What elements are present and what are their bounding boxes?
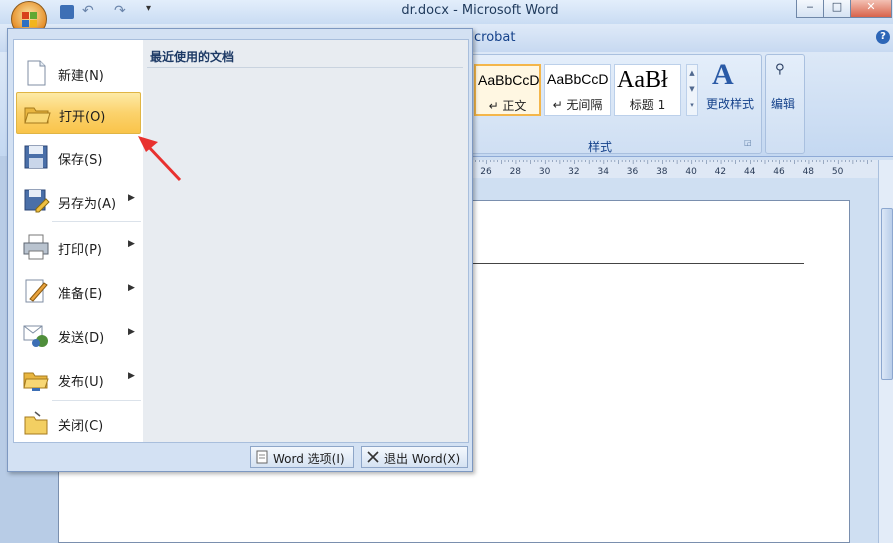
ruler-tick-label: 48 — [803, 167, 815, 177]
prepare-icon — [25, 279, 48, 303]
change-styles-icon[interactable]: A — [712, 58, 746, 92]
menu-item-open[interactable]: 打开(O) — [16, 92, 141, 134]
menu-item-label: 保存(S) — [58, 153, 103, 168]
quick-save-icon[interactable] — [60, 5, 74, 19]
style-sample: AaBł — [617, 67, 668, 93]
style-heading-1[interactable]: AaBł 标题 1 — [614, 64, 681, 116]
menu-item-new[interactable]: 新建(N) — [16, 52, 141, 94]
edit-button[interactable]: 编辑 — [771, 95, 795, 112]
save-as-icon — [24, 189, 50, 213]
minimize-button[interactable]: ‒ — [796, 0, 824, 18]
style-name: ↵ 正文 — [488, 99, 527, 113]
ruler-tick-label: 42 — [715, 167, 726, 177]
publish-icon — [23, 372, 49, 391]
change-styles-button[interactable]: 更改样式 — [706, 95, 754, 112]
recent-header-divider — [147, 67, 463, 68]
ruler-tick-label: 40 — [685, 167, 697, 177]
send-icon — [23, 325, 48, 347]
word-options-button[interactable]: Word 选项(I) — [250, 446, 354, 468]
window-title: dr.docx - Microsoft Word — [401, 3, 559, 18]
menu-item-label: 打印(P) — [58, 243, 102, 258]
open-folder-icon — [24, 107, 51, 124]
menu-item-label: 另存为(A) — [58, 197, 117, 212]
exit-word-button[interactable]: 退出 Word(X) — [361, 446, 468, 468]
menu-item-label: 新建(N) — [58, 69, 104, 84]
dialog-launcher-icon[interactable]: ◲ — [744, 138, 754, 148]
title-bar: dr.docx - Microsoft Word ↶ ↷ ▾ ‒ □ ✕ — [0, 0, 893, 24]
styles-group-label: 样式 — [588, 140, 613, 154]
submenu-arrow-icon: ▶ — [128, 239, 135, 249]
ruler-tick-label: 28 — [510, 167, 522, 177]
qat-customize-icon[interactable]: ▾ — [146, 3, 164, 20]
new-doc-icon — [27, 60, 46, 86]
recent-docs-header: 最近使用的文档 — [150, 50, 235, 64]
submenu-arrow-icon: ▶ — [128, 193, 135, 203]
submenu-arrow-icon: ▶ — [128, 327, 135, 337]
scroll-thumb[interactable] — [881, 208, 893, 380]
ruler-tick-label: 44 — [744, 167, 756, 177]
office-menu: 新建(N) 打开(O) 保存(S) 另存为(A) ▶ 打印(P) ▶ 准备(E)… — [7, 28, 473, 472]
ruler-tick-label: 30 — [539, 167, 551, 177]
help-icon[interactable]: ? — [876, 30, 890, 44]
ruler-tick-label: 46 — [773, 167, 785, 177]
ruler-tick-label: 36 — [627, 167, 639, 177]
undo-icon[interactable]: ↶ — [82, 3, 100, 20]
menu-item-label: 关闭(C) — [58, 419, 104, 434]
exit-x-icon — [367, 451, 379, 463]
restore-button[interactable]: □ — [823, 0, 851, 18]
menu-item-close[interactable]: 关闭(C) — [16, 402, 141, 444]
style-sample: AaBbCcD — [478, 72, 540, 88]
save-disk-icon — [24, 145, 48, 169]
style-sample: AaBbCcD — [547, 71, 609, 87]
menu-item-label: 发布(U) — [58, 375, 104, 390]
redo-icon[interactable]: ↷ — [114, 3, 132, 20]
style-name: 标题 1 — [629, 98, 666, 112]
menu-item-label: 准备(E) — [58, 287, 103, 302]
submenu-arrow-icon: ▶ — [128, 371, 135, 381]
menu-separator — [52, 400, 141, 401]
style-no-spacing[interactable]: AaBbCcD ↵ 无间隔 — [544, 64, 611, 116]
style-normal[interactable]: AaBbCcD ↵ 正文 — [474, 64, 541, 116]
tab-acrobat[interactable]: crobat — [474, 30, 515, 45]
word-options-label: Word 选项(I) — [273, 452, 345, 466]
ruler-tick-label: 32 — [568, 167, 579, 177]
styles-scroll-icon[interactable]: ▲ ▼ ▾ — [686, 64, 698, 116]
menu-item-label: 发送(D) — [58, 331, 105, 346]
office-menu-panel: 新建(N) 打开(O) 保存(S) 另存为(A) ▶ 打印(P) ▶ 准备(E)… — [13, 39, 469, 443]
close-window-button[interactable]: ✕ — [850, 0, 892, 18]
ruler-marks: 26 28 30 32 34 36 38 40 42 44 46 48 50 — [471, 160, 872, 177]
vertical-scrollbar[interactable] — [878, 160, 893, 543]
menu-item-save[interactable]: 保存(S) — [16, 136, 141, 178]
ruler-tick-label: 38 — [656, 167, 668, 177]
ruler-tick-label: 26 — [480, 167, 492, 177]
recent-documents: 最近使用的文档 — [143, 40, 468, 442]
menu-item-save-as[interactable]: 另存为(A) ▶ — [16, 180, 141, 222]
menu-item-label: 打开(O) — [59, 110, 106, 125]
ruler-tick-label: 34 — [597, 167, 609, 177]
menu-item-print[interactable]: 打印(P) ▶ — [16, 226, 141, 268]
menu-item-publish[interactable]: 发布(U) ▶ — [16, 358, 141, 400]
ruler-tick-label: 50 — [832, 167, 844, 177]
header-line — [469, 263, 804, 264]
find-binoculars-icon[interactable]: ⚲ — [775, 62, 795, 78]
options-doc-icon — [256, 450, 268, 464]
exit-word-label: 退出 Word(X) — [384, 452, 461, 466]
submenu-arrow-icon: ▶ — [128, 283, 135, 293]
menu-item-send[interactable]: 发送(D) ▶ — [16, 314, 141, 356]
close-folder-icon — [24, 411, 48, 435]
printer-icon — [23, 234, 49, 260]
menu-commands: 新建(N) 打开(O) 保存(S) 另存为(A) ▶ 打印(P) ▶ 准备(E)… — [14, 40, 144, 442]
annotation-arrow-icon — [138, 136, 182, 182]
style-name: ↵ 无间隔 — [552, 98, 603, 112]
horizontal-ruler: 26 28 30 32 34 36 38 40 42 44 46 48 50 — [470, 160, 880, 178]
menu-item-prepare[interactable]: 准备(E) ▶ — [16, 270, 141, 312]
menu-separator — [52, 221, 141, 222]
